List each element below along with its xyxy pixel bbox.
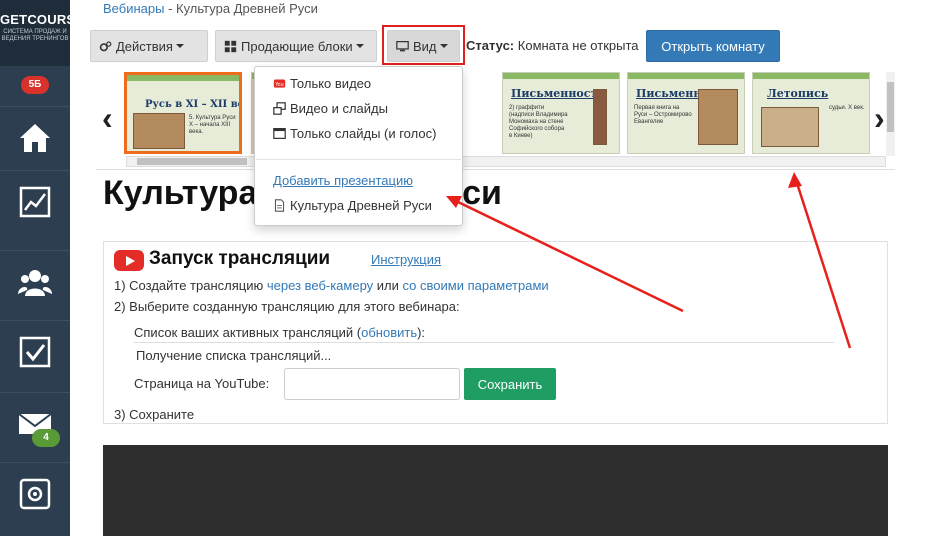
youtube-page-input[interactable] (284, 368, 460, 400)
messages-badge: 4 (32, 429, 60, 447)
logo-brand-a: GET (0, 12, 28, 27)
active-list-prefix: Список ваших активных трансляций ( (134, 325, 362, 340)
slide-thumbnail[interactable]: Письменность Первая книга на Руси – Остр… (627, 72, 745, 154)
slide-title: Русь в XI – XII веках. (145, 99, 239, 110)
menu-item-label: Культура Древней Руси (290, 198, 432, 213)
selling-blocks-button[interactable]: Продающие блоки (215, 30, 377, 62)
menu-item-slides-only[interactable]: Только слайды (и голос) (273, 126, 436, 141)
status-value: Комната не открыта (517, 38, 639, 53)
save-button[interactable]: Сохранить (464, 368, 556, 400)
active-broadcasts-label: Список ваших активных трансляций (обнови… (134, 325, 425, 340)
sidebar-item-tasks[interactable] (0, 320, 70, 382)
slide-picture (133, 113, 185, 149)
step-1-prefix: 1) Создайте трансляцию (114, 278, 267, 293)
notifications-badge[interactable]: 5Б (21, 76, 49, 94)
status-label: Статус: (466, 38, 515, 53)
svg-text:You: You (274, 82, 283, 88)
logo-tagline: СИСТЕМА ПРОДАЖ И ВЕДЕНИЯ ТРЕНИНГОВ (1, 29, 69, 42)
menu-item-presentation[interactable]: Культура Древней Руси (273, 198, 432, 213)
windows-icon (273, 102, 286, 115)
slide-title: Письменность (511, 87, 605, 100)
slide-picture (698, 89, 738, 145)
grid-icon (224, 40, 237, 52)
slides-horizontal-scrollbar[interactable] (126, 156, 886, 167)
caret-down-icon (355, 44, 364, 48)
slide-picture (761, 107, 819, 147)
menu-item-label: Видео и слайды (290, 101, 388, 116)
slide-text: судьи. X век. (829, 105, 865, 111)
step-2: 2) Выберите созданную трансляцию для это… (114, 299, 460, 314)
breadcrumb-current: Культура Древней Руси (176, 1, 318, 16)
slide-thumbnail[interactable]: Русь в XI – XII веках. 5. Культура Руси … (124, 72, 242, 154)
step-1-mid: или (373, 278, 403, 293)
room-status: Статус: Комната не открыта (466, 38, 639, 53)
slide-text: 5. Культура Руси X – начала XIII века. (189, 115, 236, 135)
view-dropdown-menu: You Только видео Видео и слайды Только с… (254, 66, 463, 226)
scrollbar-thumb[interactable] (887, 82, 894, 132)
menu-divider (256, 159, 461, 160)
youtube-icon: You (273, 79, 286, 88)
slide-band (628, 73, 744, 79)
slides-vertical-scrollbar[interactable] (886, 72, 895, 156)
slide-thumbnail[interactable]: Летопись судьи. X век. (752, 72, 870, 154)
slides-strip: ‹ › Русь в XI – XII веках. 5. Культура Р… (96, 70, 895, 170)
menu-item-label: Только видео (290, 76, 372, 91)
menu-item-label: Только слайды (и голос) (290, 126, 437, 141)
add-presentation-link[interactable]: Добавить презентацию (273, 173, 413, 188)
sidebar-item-home[interactable] (0, 106, 70, 168)
slide-thumbnail[interactable]: Письменность 2) граффити (надписи Владим… (502, 72, 620, 154)
divider (134, 342, 834, 343)
window-icon (273, 128, 286, 139)
sidebar-item-settings[interactable] (0, 462, 70, 524)
slide-text: Первая книга на Руси – Остромирово Еванг… (634, 105, 692, 125)
slide-thumbnails: Русь в XI – XII веках. 5. Культура Руси … (124, 72, 876, 156)
breadcrumb-separator: - (164, 1, 177, 16)
actions-label: Действия (116, 38, 173, 54)
annotation-arrowhead (788, 172, 802, 188)
step-3: 3) Сохраните (114, 407, 195, 422)
slide-band (753, 73, 869, 79)
slide-title: Летопись (767, 87, 829, 100)
slide-picture (593, 89, 607, 145)
menu-item-video-and-slides[interactable]: Видео и слайды (273, 101, 388, 116)
instruction-link[interactable]: Инструкция (371, 252, 441, 267)
file-icon (274, 199, 285, 212)
sidebar-item-messages[interactable]: 4 (0, 392, 70, 454)
sidebar-item-stats[interactable] (0, 170, 70, 232)
refresh-link[interactable]: обновить (361, 325, 417, 340)
scrollbar-thumb[interactable] (137, 158, 247, 165)
safe-icon (19, 478, 51, 509)
chart-icon (19, 186, 51, 217)
users-icon (18, 269, 52, 296)
breadcrumb-webinars-link[interactable]: Вебинары (103, 1, 164, 16)
broadcast-title: Запуск трансляции (149, 248, 331, 269)
gears-icon (99, 40, 112, 51)
slide-band (127, 75, 239, 81)
youtube-icon (114, 250, 144, 271)
video-player[interactable] (103, 445, 888, 536)
sidebar: GETCOURSE СИСТЕМА ПРОДАЖ И ВЕДЕНИЯ ТРЕНИ… (0, 0, 84, 536)
custom-params-link[interactable]: со своими параметрами (403, 278, 549, 293)
broadcast-panel: Запуск трансляции Инструкция 1) Создайте… (103, 241, 888, 424)
menu-item-video-only[interactable]: You Только видео (273, 76, 371, 91)
breadcrumb: Вебинары - Культура Древней Руси (103, 1, 318, 16)
loading-broadcasts: Получение списка трансляций... (136, 348, 332, 363)
active-list-suffix: ): (417, 325, 426, 340)
selling-blocks-label: Продающие блоки (241, 38, 353, 54)
slide-text: 2) граффити (надписи Владимира Мономаха … (509, 105, 568, 139)
step-1: 1) Создайте трансляцию через веб-камеру … (114, 278, 549, 293)
actions-button[interactable]: Действия (90, 30, 208, 62)
sidebar-item-users[interactable] (0, 250, 70, 312)
open-room-button[interactable]: Открыть комнату (646, 30, 780, 62)
home-icon (20, 123, 50, 152)
slide-band (503, 73, 619, 79)
caret-down-icon (175, 44, 184, 48)
slides-prev-arrow[interactable]: ‹ (102, 100, 113, 137)
logo-brand-b: COURSE (27, 12, 85, 27)
logo[interactable]: GETCOURSE СИСТЕМА ПРОДАЖ И ВЕДЕНИЯ ТРЕНИ… (0, 0, 84, 66)
webcam-link[interactable]: через веб-камеру (267, 278, 373, 293)
checkbox-icon (19, 336, 51, 367)
youtube-page-label: Страница на YouTube: (134, 376, 270, 391)
view-button-highlight (382, 25, 465, 65)
